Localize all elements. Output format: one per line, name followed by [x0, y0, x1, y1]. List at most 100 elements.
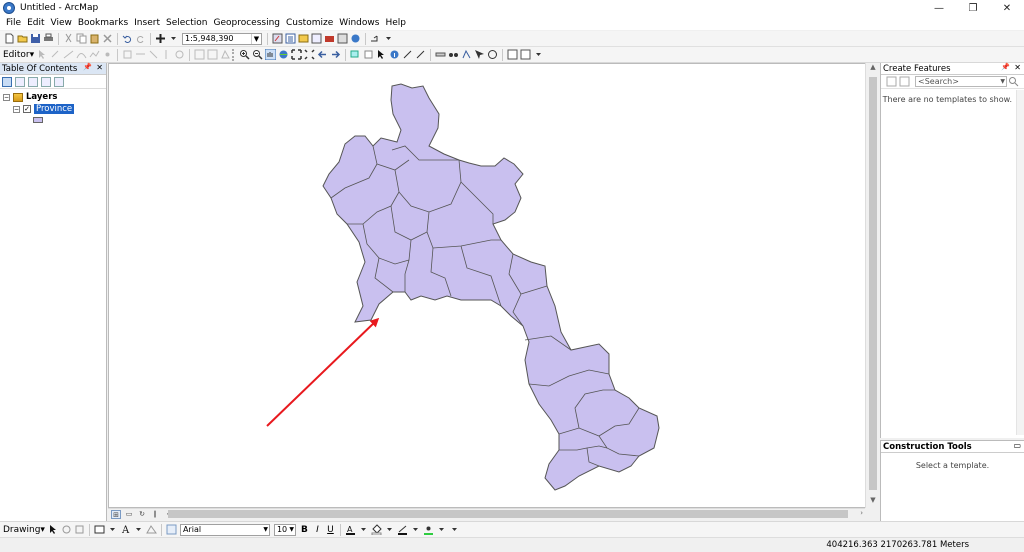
collapse-icon[interactable]: − — [3, 93, 10, 101]
font-color-icon[interactable]: A — [345, 524, 356, 535]
cut-polygons-icon[interactable] — [148, 49, 159, 60]
back-extent-icon[interactable] — [317, 49, 328, 60]
menu-bookmarks[interactable]: Bookmarks — [75, 16, 131, 30]
refresh-icon[interactable]: ↻ — [137, 510, 147, 519]
edit-annotation-icon[interactable] — [50, 49, 61, 60]
menu-edit[interactable]: Edit — [24, 16, 47, 30]
end-point-arc-icon[interactable] — [76, 49, 87, 60]
time-slider-icon[interactable] — [487, 49, 498, 60]
template-properties-icon[interactable] — [899, 76, 910, 87]
create-viewer-window-icon[interactable] — [507, 49, 518, 60]
chevron-down-icon[interactable] — [168, 33, 179, 44]
pan-hand-icon[interactable] — [265, 49, 277, 60]
open-folder-icon[interactable] — [17, 33, 28, 44]
province-legend-swatch[interactable] — [33, 117, 43, 123]
marker-color-icon[interactable] — [423, 524, 434, 535]
menu-windows[interactable]: Windows — [336, 16, 382, 30]
find-route-icon[interactable] — [461, 49, 472, 60]
collapse-icon[interactable]: − — [13, 105, 20, 113]
scroll-thumb[interactable] — [869, 77, 877, 490]
line-color-icon[interactable] — [397, 524, 408, 535]
trace-icon[interactable] — [89, 49, 100, 60]
cut-icon[interactable] — [63, 33, 74, 44]
toolbar-options-icon[interactable] — [449, 524, 460, 535]
catalog-icon[interactable] — [298, 33, 309, 44]
create-features-icon[interactable] — [220, 49, 231, 60]
sketch-properties-icon[interactable] — [207, 49, 218, 60]
chevron-down-icon[interactable] — [358, 524, 369, 535]
search-window-icon[interactable] — [311, 33, 322, 44]
map-canvas[interactable] — [109, 64, 879, 508]
list-by-visibility-icon[interactable] — [28, 76, 38, 87]
straight-segment-icon[interactable] — [63, 49, 74, 60]
map-view[interactable] — [108, 63, 879, 508]
chevron-down-icon[interactable]: ▼ — [251, 33, 261, 44]
layout-view-icon[interactable] — [370, 33, 381, 44]
layers-root-row[interactable]: − Layers — [3, 91, 106, 103]
paste-icon[interactable] — [89, 33, 100, 44]
fixed-zoom-in-icon[interactable] — [291, 49, 302, 60]
new-document-icon[interactable] — [4, 33, 15, 44]
restore-button[interactable]: ❐ — [956, 0, 990, 16]
edit-vertices-icon[interactable] — [122, 49, 133, 60]
arctoolbox-icon[interactable] — [324, 33, 335, 44]
html-popup-icon[interactable] — [415, 49, 426, 60]
select-features-icon[interactable] — [350, 49, 361, 60]
chevron-down-icon[interactable] — [384, 524, 395, 535]
forward-extent-icon[interactable] — [330, 49, 341, 60]
chevron-down-icon[interactable] — [410, 524, 421, 535]
identify-icon[interactable] — [389, 49, 400, 60]
rectangle-icon[interactable] — [94, 524, 105, 535]
zoom-in-icon[interactable] — [239, 49, 250, 60]
zoom-to-selected-icon[interactable] — [74, 524, 85, 535]
editor-toolbar-icon[interactable] — [272, 33, 283, 44]
chevron-down-icon[interactable] — [107, 524, 118, 535]
add-data-icon[interactable] — [155, 33, 166, 44]
toolbar-options-icon[interactable] — [520, 49, 531, 60]
list-by-drawing-order-icon[interactable] — [2, 76, 12, 87]
province-layer-label[interactable]: Province — [34, 104, 75, 114]
delete-icon[interactable] — [102, 33, 113, 44]
find-icon[interactable] — [448, 49, 459, 60]
hyperlink-icon[interactable] — [402, 49, 413, 60]
organize-templates-icon[interactable] — [886, 76, 897, 87]
editor-menu-button[interactable]: Editor▾ — [3, 50, 34, 60]
map-scale-combo[interactable]: 1:5,948,390 ▼ — [182, 32, 262, 45]
go-to-xy-icon[interactable] — [474, 49, 485, 60]
menu-view[interactable]: View — [48, 16, 75, 30]
layout-view-button[interactable]: ▭ — [124, 510, 134, 519]
edit-vertices-icon[interactable] — [146, 524, 157, 535]
options-icon[interactable] — [54, 76, 64, 87]
close-button[interactable]: ✕ — [990, 0, 1024, 16]
scroll-down-icon[interactable]: ▼ — [866, 496, 880, 508]
font-icon[interactable] — [166, 524, 177, 535]
split-tool-icon[interactable] — [161, 49, 172, 60]
country-outline[interactable] — [322, 83, 660, 491]
list-by-source-icon[interactable] — [15, 76, 25, 87]
menu-help[interactable]: Help — [382, 16, 409, 30]
save-icon[interactable] — [30, 33, 41, 44]
horizontal-scroll-thumb[interactable] — [168, 510, 848, 518]
pin-icon[interactable]: 📌 — [1001, 63, 1010, 71]
point-icon[interactable] — [102, 49, 113, 60]
drawing-menu-button[interactable]: Drawing▾ — [3, 525, 45, 535]
select-elements-icon[interactable] — [376, 49, 387, 60]
chevron-down-icon[interactable]: ▼ — [1000, 77, 1005, 86]
menu-customize[interactable]: Customize — [283, 16, 336, 30]
pause-drawing-icon[interactable]: ∥ — [150, 510, 160, 519]
select-elements-icon[interactable] — [48, 524, 59, 535]
full-extent-icon[interactable] — [278, 49, 289, 60]
font-size-combo[interactable]: 10 ▼ — [273, 523, 296, 536]
underline-button[interactable]: U — [325, 525, 336, 535]
measure-icon[interactable] — [435, 49, 446, 60]
rotate-icon[interactable] — [61, 524, 72, 535]
clear-selection-icon[interactable] — [363, 49, 374, 60]
rotate-tool-icon[interactable] — [174, 49, 185, 60]
italic-button[interactable]: I — [312, 525, 323, 535]
menu-geoprocessing[interactable]: Geoprocessing — [210, 16, 283, 30]
fill-color-icon[interactable] — [371, 524, 382, 535]
search-icon[interactable] — [1008, 76, 1019, 87]
minimize-button[interactable]: — — [922, 0, 956, 16]
chevron-down-icon[interactable] — [133, 524, 144, 535]
province-layer-row[interactable]: − ✓ Province — [3, 103, 106, 115]
